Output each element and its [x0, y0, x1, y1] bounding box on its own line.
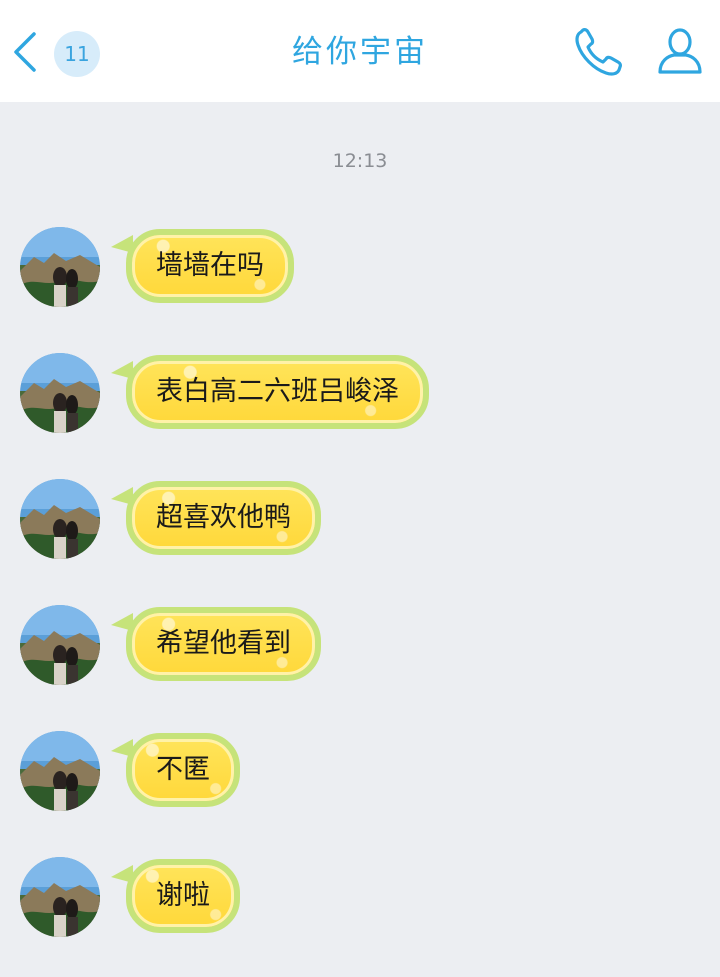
unread-count-badge[interactable]: 11: [54, 31, 100, 77]
phone-icon[interactable]: [572, 26, 626, 78]
person-icon[interactable]: [655, 26, 705, 76]
chat-header: 11 给你宇宙: [0, 0, 720, 102]
chevron-left-icon[interactable]: [10, 30, 40, 74]
avatar[interactable]: [20, 857, 100, 937]
message-row: 希望他看到: [0, 605, 720, 695]
message-bubble[interactable]: 超喜欢他鸭: [126, 481, 321, 555]
message-bubble[interactable]: 表白高二六班吕峻泽: [126, 355, 429, 429]
message-row: 超喜欢他鸭: [0, 479, 720, 569]
message-row: 表白高二六班吕峻泽: [0, 353, 720, 443]
message-bubble[interactable]: 墙墙在吗: [126, 229, 294, 303]
message-bubble[interactable]: 谢啦: [126, 859, 240, 933]
message-bubble[interactable]: 希望他看到: [126, 607, 321, 681]
message-timestamp: 12:13: [332, 150, 388, 172]
avatar[interactable]: [20, 227, 100, 307]
avatar[interactable]: [20, 605, 100, 685]
avatar[interactable]: [20, 479, 100, 559]
message-row: 不匿: [0, 731, 720, 821]
chat-title: 给你宇宙: [292, 34, 428, 70]
message-bubble[interactable]: 不匿: [126, 733, 240, 807]
avatar[interactable]: [20, 353, 100, 433]
message-row: 墙墙在吗: [0, 227, 720, 317]
message-row: 谢啦: [0, 857, 720, 947]
avatar[interactable]: [20, 731, 100, 811]
